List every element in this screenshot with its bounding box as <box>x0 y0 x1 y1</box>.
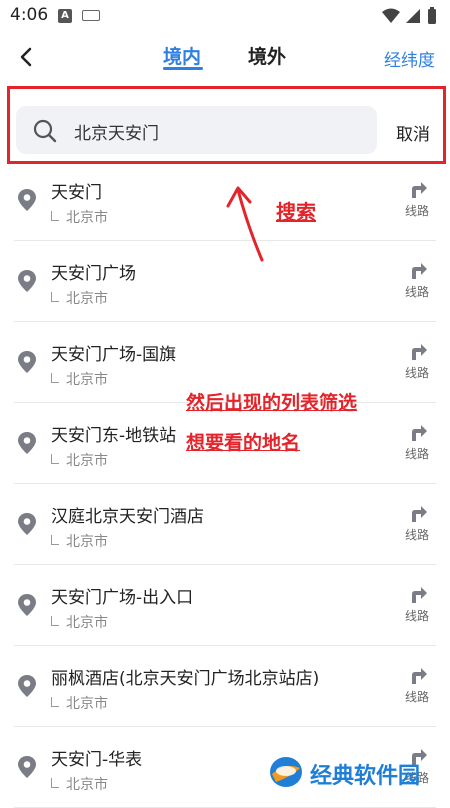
route-icon <box>412 344 427 360</box>
route-button[interactable]: 线路 <box>401 423 433 462</box>
tab-abroad[interactable]: 境外 <box>248 42 286 69</box>
annotation-arrow-icon <box>226 186 264 262</box>
list-item[interactable]: 天安门 北京市 线路 <box>14 160 436 241</box>
location-pin-icon <box>18 756 36 778</box>
watermark-text: 经典软件园 <box>310 764 421 789</box>
location-pin-icon <box>18 351 36 373</box>
status-bar: 4:06 A <box>0 0 450 34</box>
place-city: 北京市 <box>51 693 108 713</box>
search-query-text: 北京天安门 <box>74 124 159 144</box>
route-button[interactable]: 线路 <box>401 504 433 543</box>
location-pin-icon <box>18 270 36 292</box>
route-button[interactable]: 线路 <box>401 261 433 300</box>
place-city: 北京市 <box>51 774 108 794</box>
route-button[interactable]: 线路 <box>401 666 433 705</box>
latlng-button[interactable]: 经纬度 <box>384 46 435 71</box>
place-city: 北京市 <box>51 612 108 632</box>
annotation-text-line1: 然后出现的列表筛选 <box>186 392 358 414</box>
place-name: 天安门广场-出入口 <box>51 588 194 608</box>
location-pin-icon <box>18 189 36 211</box>
annotation-text-line2: 想要看的地名 <box>186 432 301 454</box>
place-city: 北京市 <box>51 288 108 308</box>
list-item[interactable]: 汉庭北京天安门酒店 北京市 线路 <box>14 484 436 565</box>
route-button[interactable]: 线路 <box>401 342 433 381</box>
route-icon <box>412 587 427 603</box>
place-city: 北京市 <box>51 531 108 551</box>
wifi-icon <box>382 8 400 23</box>
back-button[interactable] <box>12 42 40 72</box>
cancel-button[interactable]: 取消 <box>396 120 430 145</box>
notification-icon: A <box>58 9 72 23</box>
place-name: 天安门-华表 <box>51 750 143 770</box>
place-name: 天安门 <box>51 183 102 203</box>
list-item[interactable]: 丽枫酒店(北京天安门广场北京站店) 北京市 线路 <box>14 646 436 727</box>
location-pin-icon <box>18 594 36 616</box>
route-icon <box>412 668 427 684</box>
route-icon <box>412 182 427 198</box>
signal-icon <box>406 9 420 23</box>
place-name: 天安门东-地铁站 <box>51 426 177 446</box>
place-name: 天安门广场-国旗 <box>51 345 177 365</box>
location-pin-icon <box>18 432 36 454</box>
route-icon <box>412 425 427 441</box>
search-icon <box>33 119 57 143</box>
chevron-left-icon <box>20 47 32 67</box>
nav-bar: 境内 境外 经纬度 <box>0 34 450 80</box>
list-item[interactable]: 天安门广场 北京市 线路 <box>14 241 436 322</box>
place-city: 北京市 <box>51 207 108 227</box>
battery-icon <box>428 9 436 24</box>
active-tab-indicator <box>163 67 203 70</box>
route-button[interactable]: 线路 <box>401 180 433 219</box>
results-list: 天安门 北京市 线路 天安门广场 北京市 线路 天安门广场-国旗 北京市 线路 … <box>0 160 450 808</box>
location-pin-icon <box>18 675 36 697</box>
status-icons <box>382 7 436 24</box>
route-button[interactable]: 线路 <box>401 585 433 624</box>
place-name: 汉庭北京天安门酒店 <box>51 507 204 527</box>
watermark-logo-icon <box>270 757 302 787</box>
place-city: 北京市 <box>51 369 108 389</box>
list-item[interactable]: 天安门广场-出入口 北京市 线路 <box>14 565 436 646</box>
keyboard-icon <box>82 10 100 21</box>
place-city: 北京市 <box>51 450 108 470</box>
status-time: 4:06 <box>10 5 49 25</box>
route-icon <box>412 506 427 522</box>
route-icon <box>412 263 427 279</box>
location-pin-icon <box>18 513 36 535</box>
tab-domestic[interactable]: 境内 <box>163 42 201 69</box>
search-input[interactable]: 北京天安门 <box>16 106 377 154</box>
annotation-search-label: 搜索 <box>276 200 316 224</box>
place-name: 丽枫酒店(北京天安门广场北京站店) <box>51 669 320 689</box>
place-name: 天安门广场 <box>51 264 136 284</box>
